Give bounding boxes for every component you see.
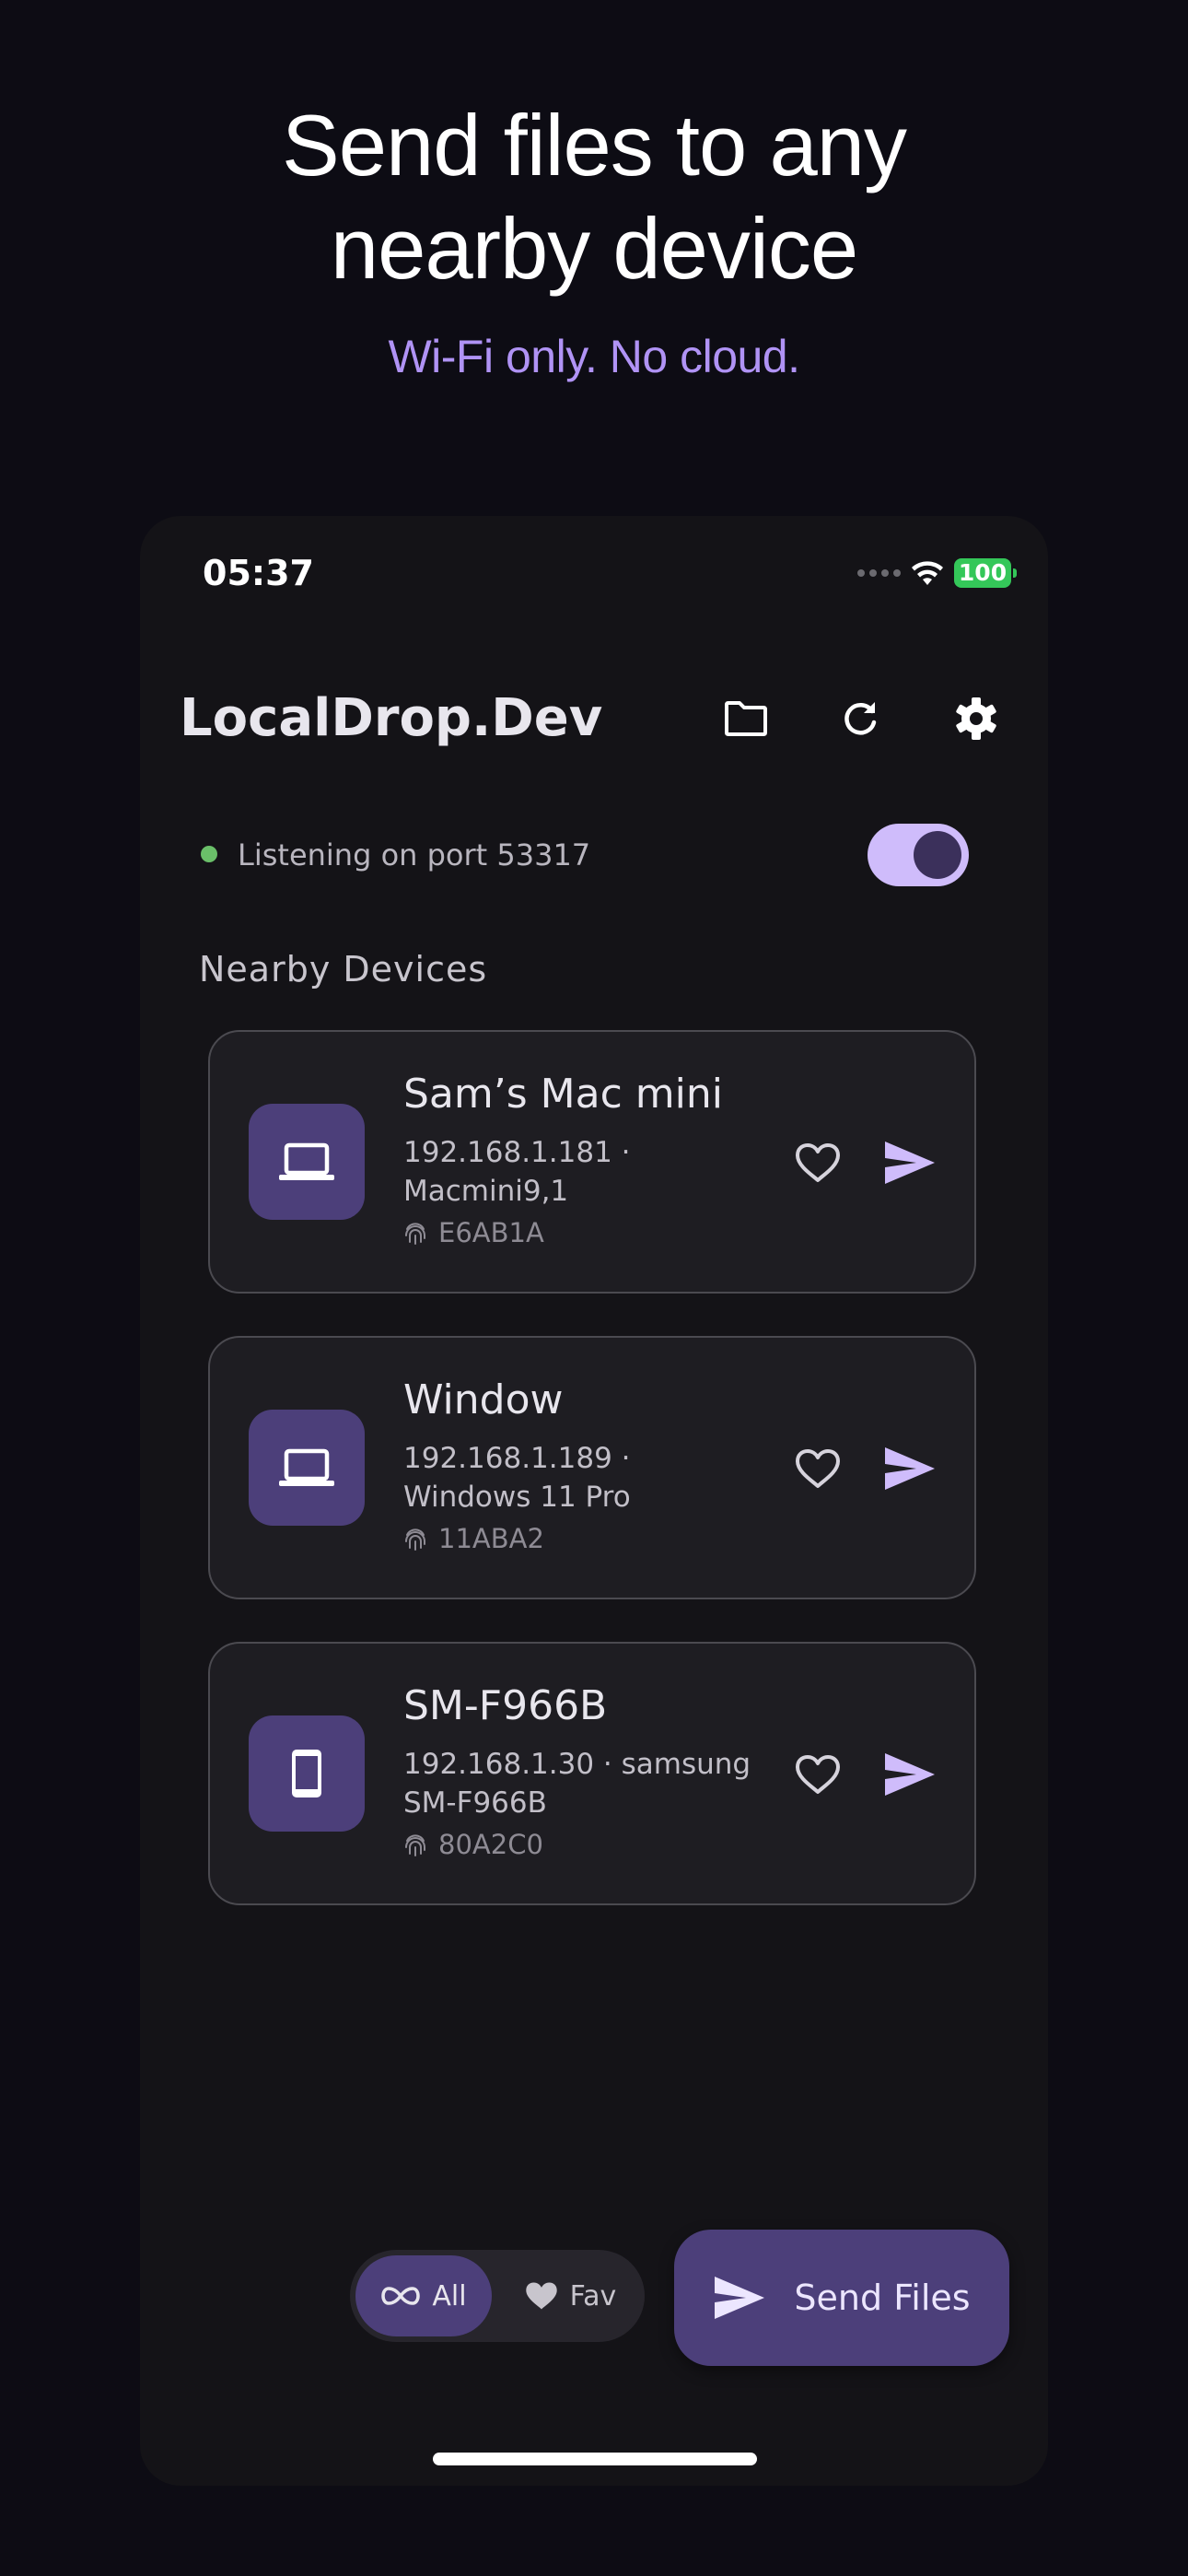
heart-outline-icon	[796, 1755, 840, 1794]
section-title: Nearby Devices	[199, 949, 488, 989]
cellular-signal-icon	[857, 569, 901, 577]
device-fingerprint: 80A2C0	[403, 1826, 543, 1863]
device-type-tile	[249, 1410, 365, 1526]
heart-outline-icon	[796, 1143, 840, 1182]
device-card[interactable]: Sam’s Mac mini 192.168.1.181 · Macmini9,…	[208, 1030, 976, 1294]
send-files-label: Send Files	[794, 2277, 971, 2318]
device-details-line2: SM-F966B	[403, 1786, 547, 1820]
device-filter: All Fav	[350, 2250, 645, 2342]
favorite-button[interactable]	[790, 1747, 845, 1802]
send-icon	[715, 2277, 765, 2319]
refresh-icon	[844, 702, 877, 735]
send-to-device-button[interactable]	[880, 1745, 939, 1804]
fingerprint-text: 80A2C0	[438, 1829, 543, 1860]
folder-icon	[725, 701, 767, 736]
device-type-tile	[249, 1715, 365, 1832]
heart-filled-icon	[525, 2282, 557, 2310]
device-details-line2: Macmini9,1	[403, 1175, 569, 1208]
device-fingerprint: 11ABA2	[403, 1520, 544, 1557]
device-name: Window	[403, 1376, 564, 1423]
send-files-button[interactable]: Send Files	[674, 2230, 1009, 2366]
fingerprint-text: 11ABA2	[438, 1523, 544, 1554]
toggle-knob	[914, 831, 961, 879]
device-name: Sam’s Mac mini	[403, 1071, 723, 1118]
promo-title-line1: Send files to any	[282, 97, 907, 193]
promo-title: Send files to any nearby device	[0, 94, 1188, 300]
status-time: 05:37	[203, 553, 314, 593]
fingerprint-icon	[405, 1528, 425, 1551]
fingerprint-icon	[405, 1223, 425, 1245]
fingerprint-icon	[405, 1834, 425, 1856]
send-icon	[885, 1447, 935, 1490]
device-name: SM-F966B	[403, 1682, 608, 1729]
laptop-icon	[279, 1448, 334, 1486]
fingerprint-text: E6AB1A	[438, 1217, 544, 1248]
wifi-icon	[912, 561, 943, 585]
device-fingerprint: E6AB1A	[403, 1214, 544, 1251]
status-bar-right: 100	[857, 556, 1017, 590]
device-details: 192.168.1.181 · Macmini9,1	[403, 1133, 790, 1211]
filter-all-chip[interactable]: All	[355, 2255, 492, 2336]
server-toggle[interactable]	[868, 824, 969, 886]
infinity-icon	[381, 2287, 421, 2305]
app-title: LocalDrop.Dev	[180, 688, 603, 748]
promo-subtitle: Wi-Fi only. No cloud.	[388, 331, 800, 382]
folder-button[interactable]	[718, 691, 774, 746]
promo-title-line2: nearby device	[330, 200, 858, 297]
device-card[interactable]: Window 192.168.1.189 · Windows 11 Pro 11…	[208, 1336, 976, 1599]
refresh-button[interactable]	[833, 691, 888, 746]
phone-icon	[292, 1750, 321, 1797]
server-status-dot	[201, 846, 217, 862]
settings-gear-icon	[956, 697, 996, 740]
phone-screen: 05:37 100 LocalDrop.Dev Listening on por…	[140, 516, 1048, 2486]
device-details-line1: 192.168.1.30 · samsung	[403, 1748, 751, 1781]
battery-indicator: 100	[954, 558, 1017, 588]
favorite-button[interactable]	[790, 1441, 845, 1496]
send-to-device-button[interactable]	[880, 1133, 939, 1192]
send-to-device-button[interactable]	[880, 1439, 939, 1498]
filter-fav-chip[interactable]: Fav	[501, 2255, 639, 2336]
device-details-line2: Windows 11 Pro	[403, 1481, 631, 1514]
filter-fav-label: Fav	[569, 2279, 617, 2313]
home-indicator[interactable]	[433, 2453, 757, 2465]
device-type-tile	[249, 1104, 365, 1220]
heart-outline-icon	[796, 1449, 840, 1488]
send-icon	[885, 1753, 935, 1796]
send-icon	[885, 1142, 935, 1184]
device-card[interactable]: SM-F966B 192.168.1.30 · samsung SM-F966B…	[208, 1642, 976, 1905]
server-status-text: Listening on port 53317	[238, 837, 591, 872]
filter-all-label: All	[432, 2279, 467, 2313]
laptop-icon	[279, 1142, 334, 1180]
device-details: 192.168.1.30 · samsung SM-F966B	[403, 1745, 790, 1822]
settings-button[interactable]	[949, 691, 1004, 746]
device-details: 192.168.1.189 · Windows 11 Pro	[403, 1439, 790, 1516]
device-details-line1: 192.168.1.181 ·	[403, 1136, 631, 1169]
device-details-line1: 192.168.1.189 ·	[403, 1442, 631, 1475]
favorite-button[interactable]	[790, 1135, 845, 1190]
